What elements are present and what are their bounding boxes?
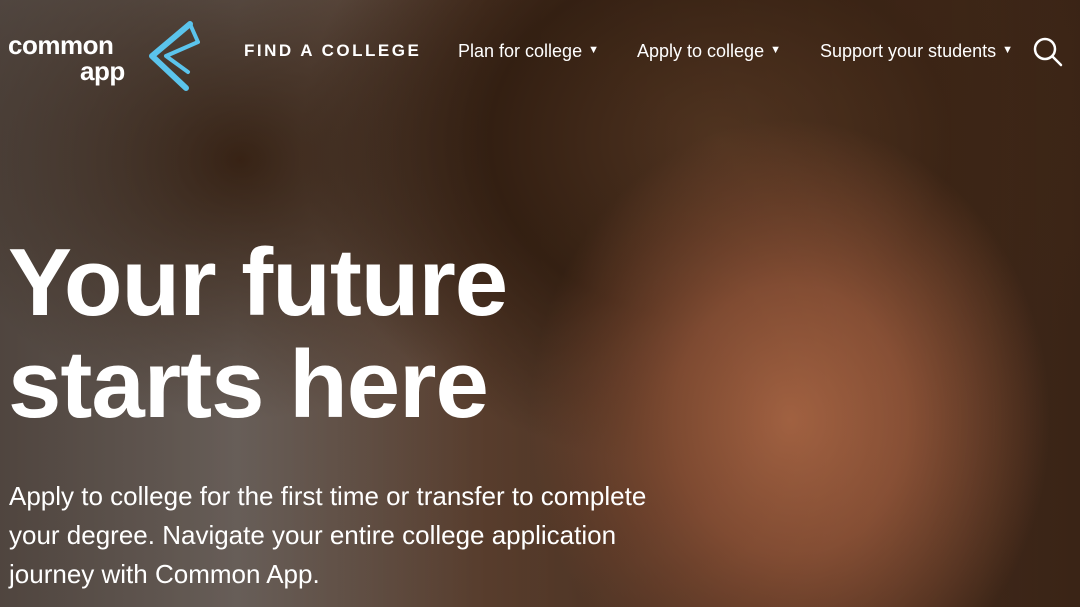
nav-support-your-students[interactable]: Support your students ▼: [820, 38, 1013, 65]
main-nav: FIND A COLLEGE Plan for college ▼ Apply t…: [0, 38, 1080, 64]
hero-subtitle: Apply to college for the first time or t…: [9, 481, 647, 589]
search-button[interactable]: [1032, 36, 1064, 68]
nav-plan-label: Plan for college: [458, 41, 583, 61]
nav-support-label: Support your students: [820, 41, 997, 61]
hero-headline: Your future starts here: [8, 232, 628, 436]
nav-apply-label: Apply to college: [637, 41, 765, 61]
caret-down-icon: ▼: [588, 44, 599, 57]
caret-down-icon: ▼: [770, 44, 781, 57]
hero-headline-line2: starts here: [8, 331, 489, 438]
nav-plan-for-college[interactable]: Plan for college ▼: [458, 38, 599, 65]
hero-headline-line1: Your future: [8, 229, 508, 336]
nav-apply-to-college[interactable]: Apply to college ▼: [637, 38, 781, 65]
caret-down-icon: ▼: [1002, 44, 1013, 57]
nav-find-a-college[interactable]: FIND A COLLEGE: [244, 38, 421, 64]
hero-section: common app FIND A COLLEGE Plan for colle…: [0, 0, 1080, 607]
search-icon: [1033, 37, 1063, 67]
site-header: common app FIND A COLLEGE Plan for colle…: [0, 0, 1080, 100]
